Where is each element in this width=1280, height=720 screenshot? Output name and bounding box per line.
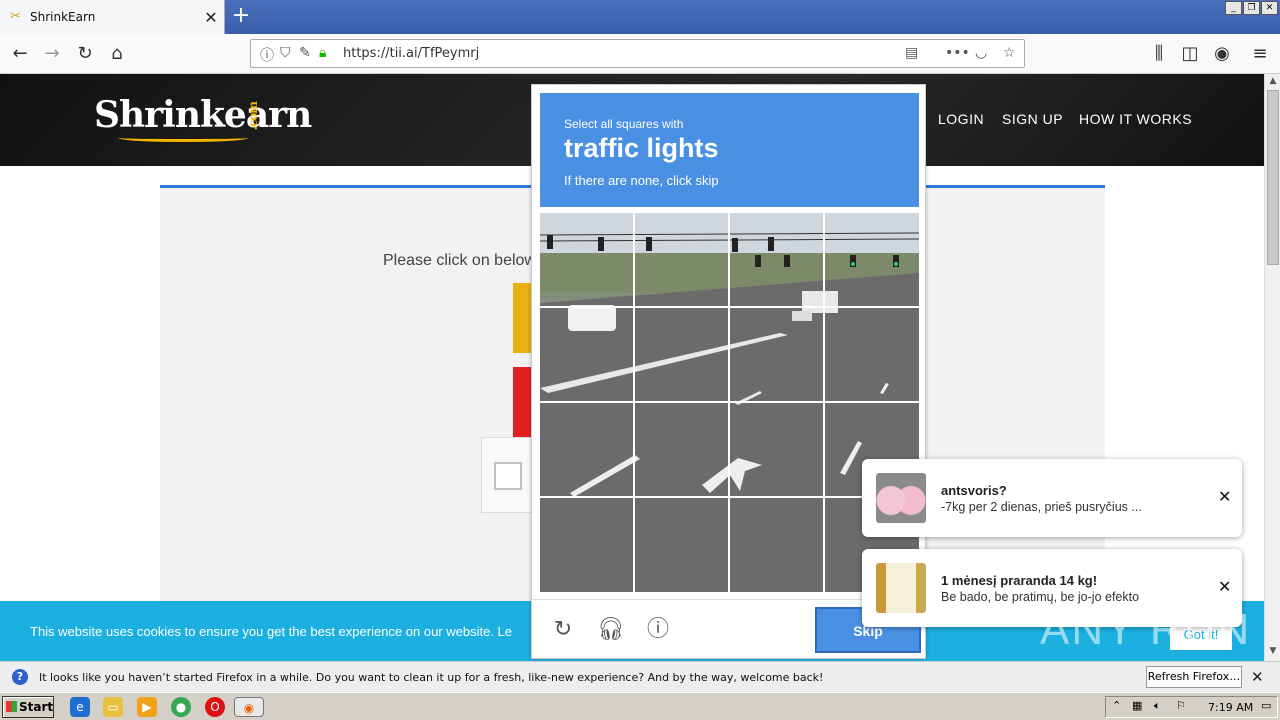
scroll-down-icon[interactable]: ▼ [1267, 646, 1279, 658]
restore-button[interactable]: ❐ [1243, 1, 1260, 15]
captcha-header: Select all squares with traffic lights I… [540, 93, 919, 207]
logo-suffix: .com [246, 102, 260, 131]
page-prompt: Please click on below [383, 252, 536, 269]
tab-shrinkearn[interactable]: ✂ ShrinkEarn ✕ [0, 0, 225, 34]
captcha-skip-hint: If there are none, click skip [564, 173, 719, 188]
anyrun-watermark: ANY RUN [1040, 605, 1252, 654]
info-icon[interactable]: ⓘ [260, 45, 274, 65]
pocket-icon[interactable]: ◡ [975, 45, 987, 61]
library-icon[interactable]: ⫼ [1145, 40, 1173, 68]
question-icon: ? [12, 669, 28, 685]
network-icon[interactable]: ▦ [1132, 699, 1142, 712]
tray-expand-icon[interactable]: ⌃ [1112, 699, 1121, 712]
captcha-image-grid [540, 213, 919, 592]
navigation-toolbar: ← → ↻ ⌂ ⓘ ⛉ ✎ 🔒︎ https://tii.ai/TfPeymrj… [0, 34, 1280, 74]
permissions-icon[interactable]: ✎ [299, 45, 311, 61]
scrollbar-thumb[interactable] [1267, 90, 1279, 265]
shrinkearn-logo[interactable]: Shrinkearn .com [94, 94, 312, 142]
reload-challenge-icon[interactable]: ↻ [548, 616, 578, 646]
logo-text: Shrinkearn [94, 94, 312, 136]
firefox-message: It looks like you haven’t started Firefo… [39, 671, 824, 684]
shrinkearn-favicon-icon: ✂ [10, 9, 21, 24]
yellow-button[interactable] [513, 283, 533, 353]
menu-icon[interactable]: ≡ [1246, 40, 1274, 68]
home-icon[interactable]: ⌂ [103, 40, 131, 68]
windows-taskbar: Start e ▭ ▶ ● O ◉ ⌃ ▦ 🔈︎ ⚐ ▭ 7:19 AM [0, 692, 1280, 720]
clock: 7:19 AM [1208, 701, 1254, 714]
refresh-firefox-button[interactable]: Refresh Firefox… [1146, 666, 1242, 688]
url-bar[interactable]: ⓘ ⛉ ✎ 🔒︎ https://tii.ai/TfPeymrj ▤ ••• ◡… [250, 39, 1025, 68]
new-tab-button[interactable]: + [228, 4, 254, 30]
window-controls: _ ❐ ✕ [1225, 1, 1278, 15]
captcha-object: traffic lights [564, 133, 719, 163]
tab-strip: ✂ ShrinkEarn ✕ + _ ❐ ✕ [0, 0, 1280, 34]
opera-icon[interactable]: O [205, 697, 225, 717]
nav-signup-link[interactable]: SIGN UP [1002, 111, 1063, 127]
chrome-icon[interactable]: ● [171, 697, 191, 717]
notification-title: 1 mėnesį praranda 14 kg! [941, 573, 1098, 588]
page-scrollbar[interactable]: ▲ ▼ [1264, 74, 1280, 661]
reader-view-icon[interactable]: ▤ [905, 45, 918, 61]
notification-body: Be bado, be pratimų, be jo-jo efekto [941, 590, 1140, 604]
minimize-button[interactable]: _ [1225, 1, 1242, 15]
back-icon[interactable]: ← [6, 40, 34, 68]
url-text[interactable]: https://tii.ai/TfPeymrj [343, 46, 479, 61]
notification-body: -7kg per 2 dienas, prieš pusryčius ... [941, 500, 1142, 514]
scroll-up-icon[interactable]: ▲ [1267, 76, 1279, 88]
close-window-button[interactable]: ✕ [1261, 1, 1278, 15]
start-button[interactable]: Start [2, 696, 54, 718]
reload-icon[interactable]: ↻ [71, 40, 99, 68]
nav-login-link[interactable]: LOGIN [938, 111, 984, 127]
notification-popup[interactable]: antsvoris? -7kg per 2 dienas, prieš pusr… [862, 459, 1242, 537]
account-icon[interactable]: ◉ [1208, 40, 1236, 68]
tab-title: ShrinkEarn [30, 10, 96, 24]
logo-swoosh [118, 134, 248, 142]
red-button[interactable] [513, 367, 533, 437]
nav-how-it-works-link[interactable]: HOW IT WORKS [1079, 111, 1192, 127]
captcha-instruction: Select all squares with [564, 117, 684, 131]
volume-icon[interactable]: 🔈︎ [1154, 699, 1161, 713]
notification-image [876, 563, 926, 613]
notification-title: antsvoris? [941, 483, 1007, 498]
internet-explorer-icon[interactable]: e [70, 697, 90, 717]
forward-icon[interactable]: → [38, 40, 66, 68]
tab-close-icon[interactable]: ✕ [198, 8, 224, 27]
start-label: Start [19, 700, 54, 714]
action-center-flag-icon[interactable]: ⚐ [1176, 699, 1186, 712]
recaptcha-checkbox[interactable] [494, 462, 522, 490]
media-player-icon[interactable]: ▶ [137, 697, 157, 717]
bookmark-star-icon[interactable]: ☆ [1003, 45, 1016, 61]
notification-image [876, 473, 926, 523]
recaptcha-widget [481, 437, 533, 513]
sidebar-icon[interactable]: ◫ [1176, 40, 1204, 68]
close-icon[interactable]: ✕ [1218, 577, 1231, 596]
close-icon[interactable]: ✕ [1218, 487, 1231, 506]
windows-logo-icon [6, 701, 17, 712]
firefox-taskbar-icon[interactable]: ◉ [234, 697, 264, 717]
cookie-message: This website uses cookies to ensure you … [30, 624, 513, 639]
show-desktop-icon[interactable]: ▭ [1261, 699, 1271, 712]
audio-challenge-icon[interactable]: 🎧︎ [596, 616, 626, 646]
close-icon[interactable]: ✕ [1251, 668, 1264, 686]
tracking-shield-icon[interactable]: ⛉ [280, 45, 291, 61]
page-actions-icon[interactable]: ••• [945, 45, 970, 61]
file-explorer-icon[interactable]: ▭ [103, 697, 123, 717]
firefox-notification-bar: ? It looks like you haven’t started Fire… [0, 661, 1280, 692]
lock-icon: 🔒︎ [319, 45, 327, 61]
help-info-icon[interactable]: ⓘ [643, 616, 673, 646]
